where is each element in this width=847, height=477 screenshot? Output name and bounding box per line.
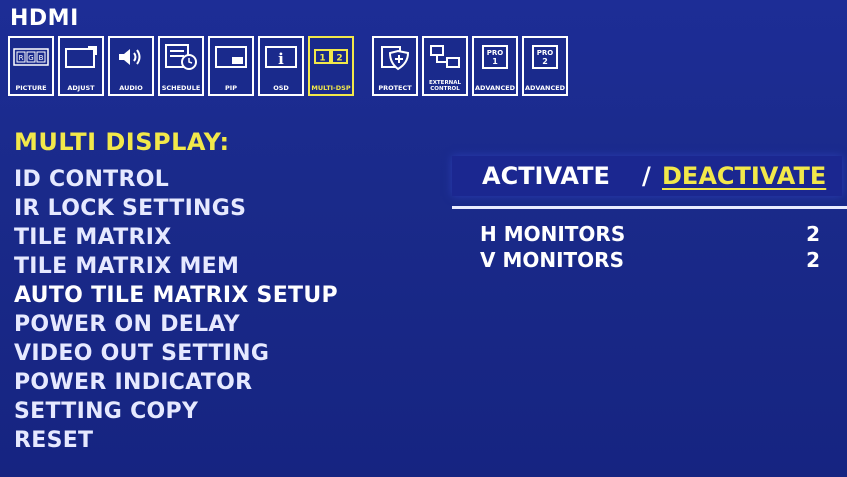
menu-item-ir-lock-settings[interactable]: IR LOCK SETTINGS [14,194,338,223]
multi-display-icon: 1 2 [312,41,350,73]
h-monitors-label: H MONITORS [480,222,626,246]
svg-text:PRO: PRO [487,49,504,57]
section-heading: MULTI DISPLAY: [14,128,230,156]
tab-multi-display-label: MULTI-DSP [311,85,351,92]
icon-group-main: R G B PICTURE ADJUST AUDIO SCHEDULE PIP … [8,36,354,106]
osd-screen: HDMI R G B PICTURE ADJUST AUDIO SCHEDULE… [0,0,847,477]
menu-item-power-indicator[interactable]: POWER INDICATOR [14,368,338,397]
menu-item-video-out-setting[interactable]: VIDEO OUT SETTING [14,339,338,368]
deactivate-option[interactable]: DEACTIVATE [662,162,826,190]
svg-text:B: B [39,54,44,62]
tab-adjust[interactable]: ADJUST [58,36,104,96]
shield-icon [376,41,414,73]
settings-divider [452,206,847,209]
multi-display-menu: ID CONTROL IR LOCK SETTINGS TILE MATRIX … [14,165,338,455]
tab-schedule[interactable]: SCHEDULE [158,36,204,96]
tab-advanced-1[interactable]: PRO 1 ADVANCED [472,36,518,96]
menu-item-setting-copy[interactable]: SETTING COPY [14,397,338,426]
activate-selector: ACTIVATE / DEACTIVATE [452,156,842,196]
tab-multi-display[interactable]: 1 2 MULTI-DSP [308,36,354,96]
tab-osd-label: OSD [273,85,289,92]
rgb-icon: R G B [12,41,50,73]
menu-item-auto-tile-matrix-setup[interactable]: AUTO TILE MATRIX SETUP [14,281,338,310]
tab-advanced-1-label: ADVANCED [474,85,516,92]
schedule-icon [162,41,200,73]
menu-item-power-on-delay[interactable]: POWER ON DELAY [14,310,338,339]
svg-text:PRO: PRO [537,49,554,57]
svg-text:G: G [28,54,33,62]
svg-text:R: R [19,54,24,62]
menu-item-tile-matrix[interactable]: TILE MATRIX [14,223,338,252]
activate-option[interactable]: ACTIVATE [482,162,610,190]
tab-pip[interactable]: PIP [208,36,254,96]
option-separator: / [642,162,651,190]
tab-protect-label: PROTECT [378,85,412,92]
pip-icon [212,41,250,73]
tab-audio-label: AUDIO [119,85,143,92]
tab-external-control-label: EXTERNAL CONTROL [428,80,462,92]
pro-2-icon: PRO 2 [526,41,564,73]
info-icon: i [262,41,300,73]
speaker-icon [112,41,150,73]
menu-item-tile-matrix-mem[interactable]: TILE MATRIX MEM [14,252,338,281]
pro-1-icon: PRO 1 [476,41,514,73]
tab-pip-label: PIP [225,85,237,92]
v-monitors-row[interactable]: V MONITORS 2 [480,248,820,272]
svg-text:1: 1 [319,54,325,64]
tab-picture-label: PICTURE [15,85,47,92]
v-monitors-label: V MONITORS [480,248,624,272]
tab-audio[interactable]: AUDIO [108,36,154,96]
svg-text:2: 2 [336,54,342,64]
tab-picture[interactable]: R G B PICTURE [8,36,54,96]
tab-osd[interactable]: i OSD [258,36,304,96]
svg-text:i: i [278,50,284,68]
icon-group-advanced: PROTECT EXTERNAL CONTROL PRO 1 ADVANCED … [372,36,568,106]
h-monitors-row[interactable]: H MONITORS 2 [480,222,820,246]
tab-protect[interactable]: PROTECT [372,36,418,96]
tab-advanced-2[interactable]: PRO 2 ADVANCED [522,36,568,96]
tab-external-control[interactable]: EXTERNAL CONTROL [422,36,468,96]
external-control-icon [426,41,464,73]
tab-advanced-2-label: ADVANCED [524,85,566,92]
v-monitors-value: 2 [806,248,820,272]
menu-item-id-control[interactable]: ID CONTROL [14,165,338,194]
svg-text:2: 2 [542,57,548,66]
input-source-title: HDMI [10,6,79,31]
svg-text:1: 1 [492,57,498,66]
menu-item-reset[interactable]: RESET [14,426,338,455]
tab-adjust-label: ADJUST [67,85,95,92]
tab-schedule-label: SCHEDULE [161,85,201,92]
menu-icon-bar: R G B PICTURE ADJUST AUDIO SCHEDULE PIP … [8,36,568,106]
adjust-icon [62,41,100,73]
h-monitors-value: 2 [806,222,820,246]
